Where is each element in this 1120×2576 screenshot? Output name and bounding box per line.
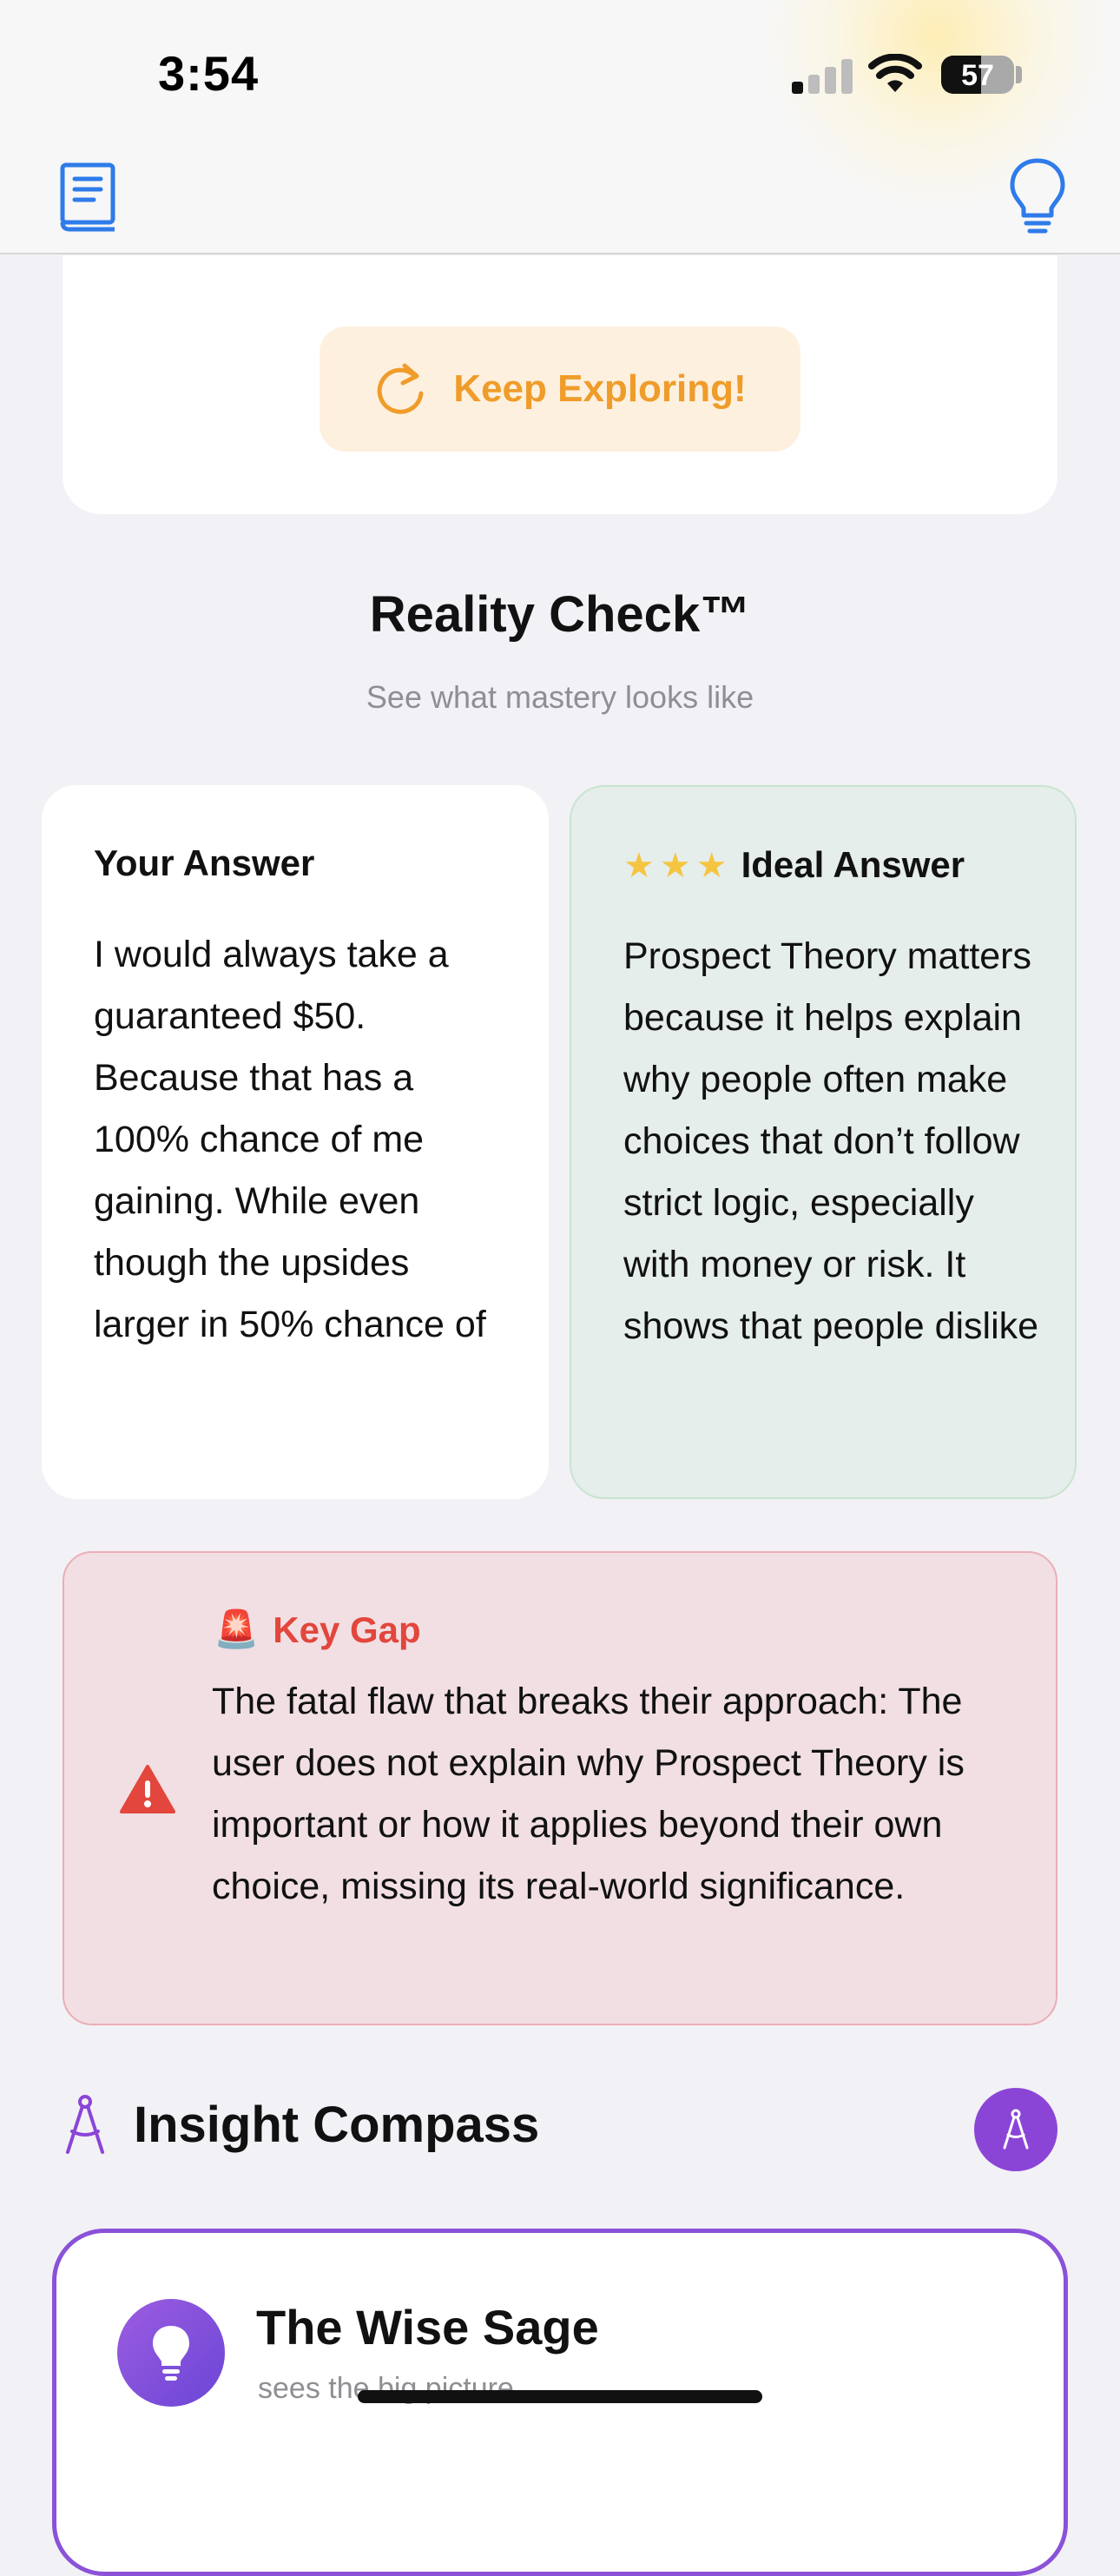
key-gap-text: The fatal flaw that breaks their approac… — [212, 1681, 965, 1907]
compass-icon — [66, 2095, 104, 2154]
your-answer-text[interactable]: I would always take a guaranteed $50. Be… — [94, 924, 514, 1362]
top-navigation-bar: 3:54 57 — [0, 0, 1120, 254]
lightbulb-icon[interactable] — [1007, 156, 1068, 236]
battery-level: 57 — [961, 59, 994, 92]
refresh-icon — [377, 363, 424, 414]
book-icon[interactable] — [59, 162, 118, 233]
battery-tip — [1016, 66, 1022, 83]
sage-avatar — [117, 2299, 225, 2407]
ideal-answer-heading: Ideal Answer — [741, 844, 965, 885]
star-rating-icon: ★★★ — [623, 847, 733, 885]
status-time: 3:54 — [158, 46, 260, 101]
keep-exploring-label: Keep Exploring! — [453, 367, 747, 410]
wifi-icon — [868, 54, 922, 92]
key-gap-heading: 🚨 Key Gap — [214, 1608, 421, 1651]
battery-indicator: 57 — [941, 56, 1014, 94]
reality-check-title: Reality Check™ — [369, 586, 751, 643]
key-gap-title: Key Gap — [273, 1608, 421, 1650]
ideal-answer-text[interactable]: Prospect Theory matters because it helps… — [623, 926, 1040, 1364]
warning-icon — [120, 1765, 175, 1813]
home-indicator[interactable] — [358, 2390, 762, 2403]
compass-button[interactable] — [974, 2088, 1057, 2171]
your-answer-card: Your Answer I would always take a guaran… — [42, 785, 549, 1499]
insight-compass-header: Insight Compass — [63, 2093, 539, 2156]
keep-exploring-button[interactable]: Keep Exploring! — [320, 327, 800, 452]
insight-compass-title: Insight Compass — [134, 2096, 540, 2153]
compass-icon — [1003, 2109, 1029, 2150]
lightbulb-icon — [153, 2326, 189, 2381]
ideal-answer-card: ★★★ Ideal Answer Prospect Theory matters … — [570, 785, 1077, 1499]
your-answer-heading: Your Answer — [94, 842, 315, 883]
sage-title: The Wise Sage — [256, 2300, 599, 2355]
siren-icon: 🚨 — [214, 1608, 260, 1649]
key-gap-card: 🚨 Key Gap The fatal flaw that breaks the… — [63, 1551, 1057, 2025]
reality-check-subtitle: See what mastery looks like — [366, 679, 754, 715]
cellular-signal-icon — [792, 57, 853, 94]
ideal-answer-header: ★★★ Ideal Answer — [623, 844, 965, 886]
